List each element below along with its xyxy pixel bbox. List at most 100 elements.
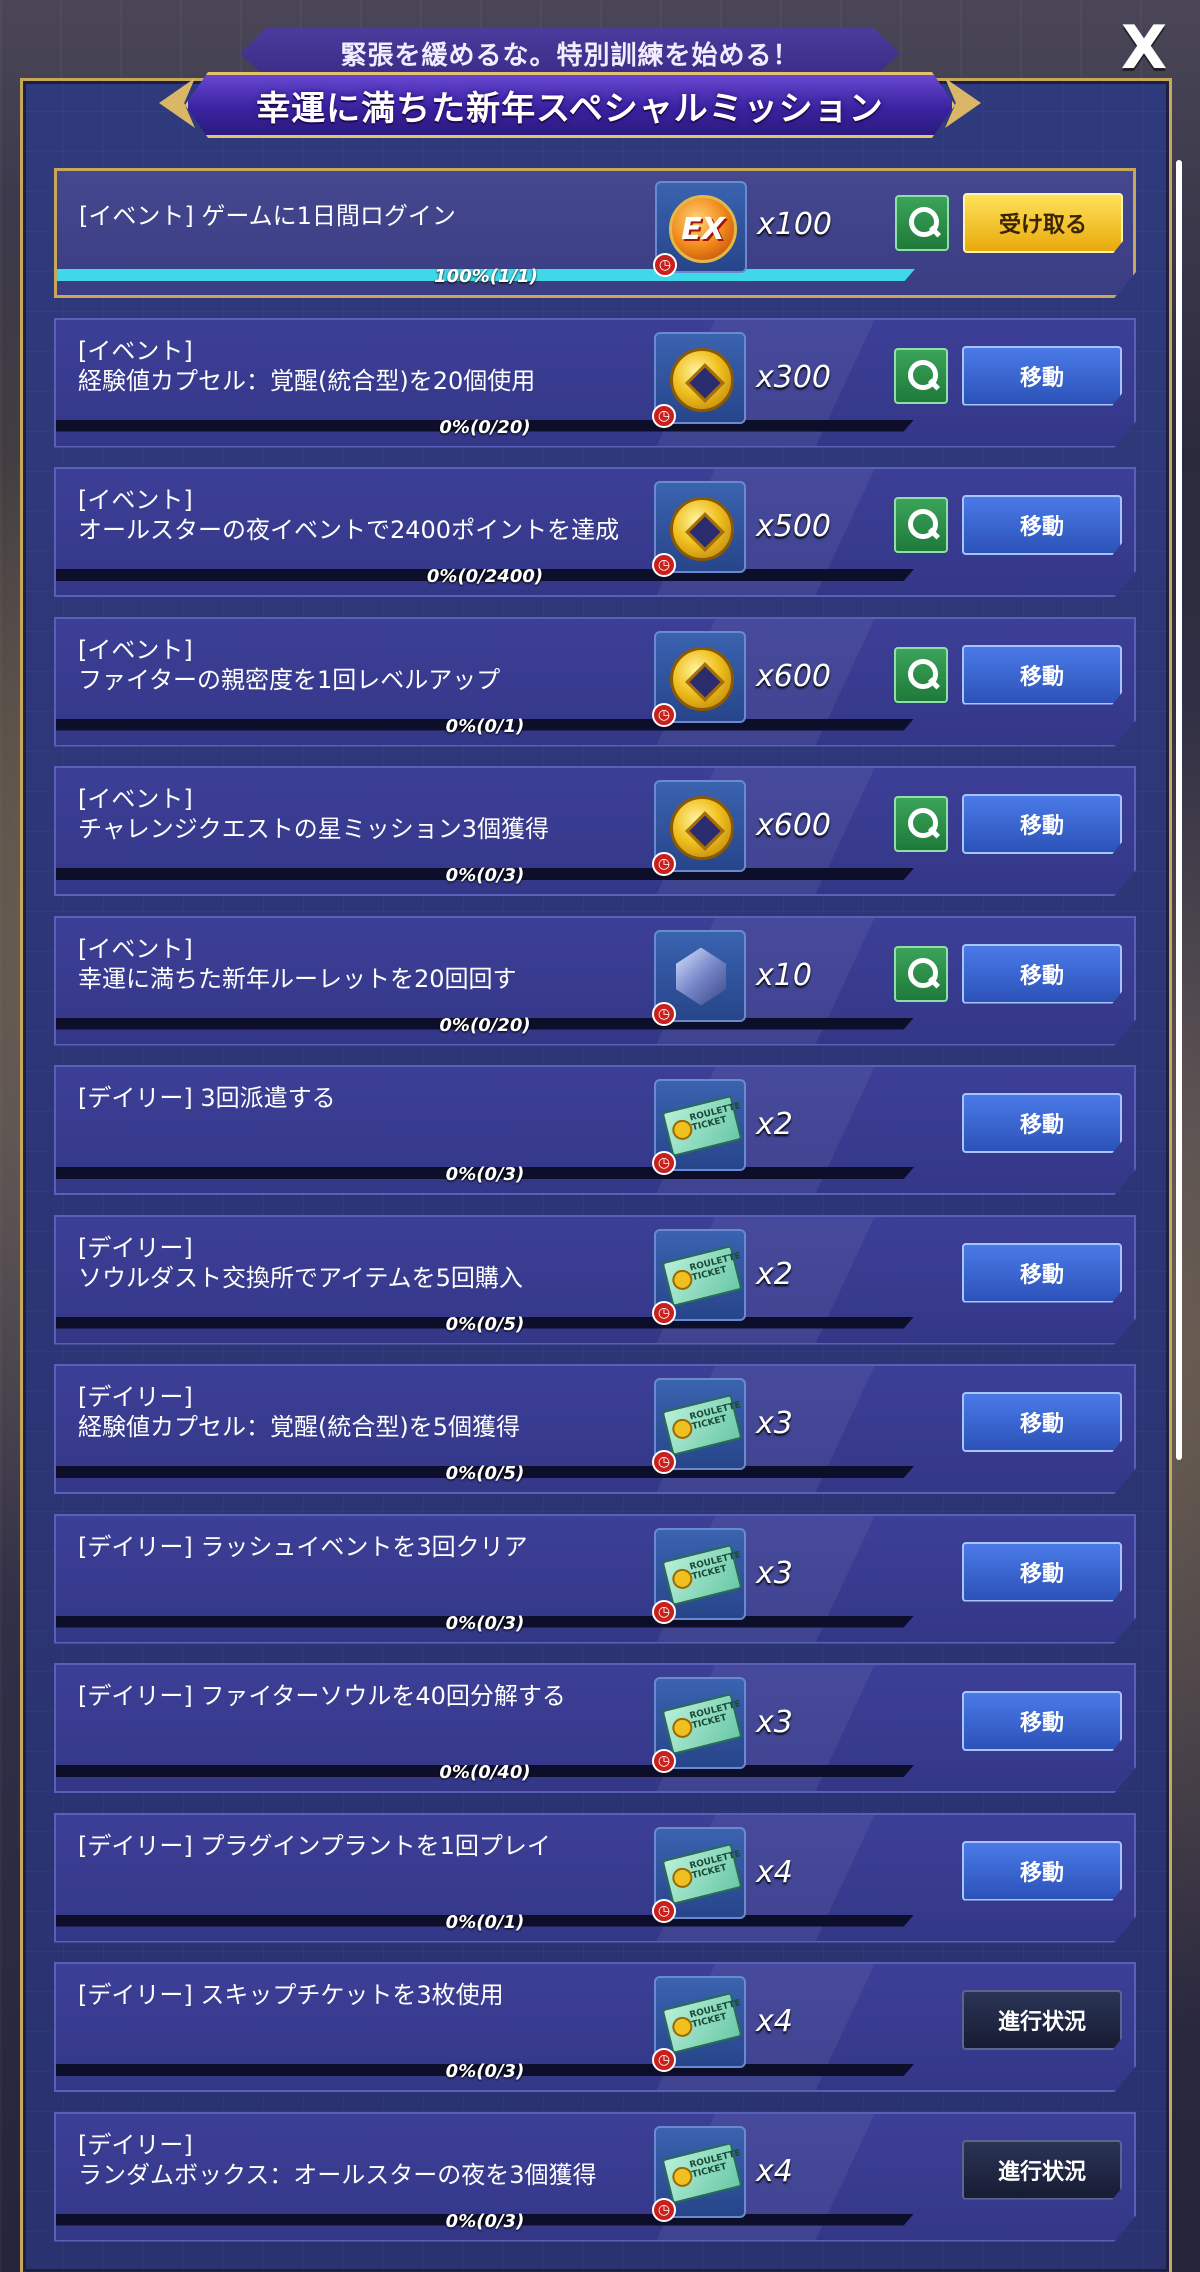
mission-title: [イベント] 経験値カプセル：覚醒(統合型)を20個使用 [78, 336, 536, 395]
reward-quantity: x3 [756, 1705, 793, 1740]
mission-title: [デイリー] ランダムボックス：オールスターの夜を3個獲得 [78, 2130, 597, 2189]
reward-item[interactable]: ◷ [652, 630, 746, 727]
mission-list: [イベント] ゲームに1日間ログイン 100%(1/1) EX ◷ x100 受け取る [イ… [54, 168, 1136, 2261]
close-button[interactable]: X [1114, 18, 1174, 78]
reward-quantity: x100 [757, 207, 833, 242]
mission-title: [デイリー] 経験値カプセル：覚醒(統合型)を5個獲得 [78, 1383, 520, 1441]
mission-row: [イベント] ゲームに1日間ログイン 100%(1/1) EX ◷ x100 受け取る [54, 168, 1136, 298]
search-icon[interactable] [894, 497, 948, 553]
mission-title: [デイリー] ラッシュイベントを3回クリア [78, 1532, 528, 1561]
time-limit-icon: ◷ [652, 1749, 676, 1773]
mission-row: [イベント] チャレンジクエストの星ミッション3個獲得 0%(0/3) ◷ x600 移… [54, 766, 1136, 896]
claim-button[interactable]: 受け取る [963, 193, 1123, 253]
mission-title: [デイリー] ファイターソウルを40回分解する [78, 1682, 566, 1710]
progress-text: 0%(0/3) [445, 1612, 525, 1634]
time-limit-icon: ◷ [652, 1300, 676, 1325]
progress-text: 0%(0/3) [445, 865, 525, 886]
progress-text: 0%(0/2400) [426, 566, 544, 587]
time-limit-icon: ◷ [652, 1599, 676, 1624]
reward-item[interactable]: ROULETTE TICKET ◷ [652, 1677, 746, 1773]
time-limit-icon: ◷ [652, 702, 676, 727]
go-button[interactable]: 移動 [962, 1840, 1122, 1901]
reward-item[interactable]: ROULETTE TICKET ◷ [652, 1378, 746, 1474]
search-icon[interactable] [894, 796, 948, 852]
reward-item[interactable]: ROULETTE TICKET ◷ [652, 1228, 746, 1325]
mission-row: [デイリー] スキップチケットを3枚使用 0%(0/3) ROULETTE TICK… [54, 1962, 1136, 2092]
roulette-ticket-icon: ROULETTE TICKET [661, 1842, 743, 1905]
reward-item[interactable]: ROULETTE TICKET ◷ [652, 1826, 746, 1923]
reward-quantity: x3 [756, 1555, 793, 1591]
roulette-ticket-icon: ROULETTE TICKET [661, 1244, 743, 1307]
go-button[interactable]: 移動 [962, 345, 1122, 406]
reward-item[interactable]: ROULETTE TICKET ◷ [652, 2125, 746, 2222]
search-icon[interactable] [894, 646, 948, 703]
mission-title: [イベント] ゲームに1日間ログイン [79, 202, 456, 230]
progress-text: 0%(0/5) [445, 1463, 525, 1484]
reward-item[interactable]: ROULETTE TICKET ◷ [652, 1079, 746, 1175]
mission-title: [デイリー] ソウルダスト交換所でアイテムを5回購入 [78, 1233, 523, 1292]
go-button[interactable]: 移動 [962, 495, 1122, 555]
mission-row: [デイリー] プラグインプラントを1回プレイ 0%(0/1) ROULETTE TI… [54, 1812, 1136, 1943]
time-limit-icon: ◷ [653, 253, 677, 277]
progress-text: 0%(0/5) [445, 1313, 525, 1335]
mission-row: [イベント] オールスターの夜イベントで2400ポイントを達成 0%(0/2400… [54, 467, 1136, 597]
gold-coin-icon [670, 646, 734, 711]
reward-item[interactable]: ROULETTE TICKET ◷ [652, 1527, 746, 1624]
reward-item[interactable]: ◷ [652, 331, 746, 428]
search-icon[interactable] [895, 195, 949, 251]
reward-item[interactable]: ◷ [652, 780, 746, 876]
progress-status-button[interactable]: 進行状況 [962, 2139, 1122, 2200]
time-limit-icon: ◷ [652, 1001, 676, 1026]
progress-text: 0%(0/40) [439, 1762, 531, 1783]
scrollbar[interactable] [1176, 160, 1182, 1460]
reward-item[interactable]: ◷ [652, 481, 746, 577]
mission-row: [デイリー] ラッシュイベントを3回クリア 0%(0/3) ROULETTE TIC… [54, 1513, 1136, 1644]
reward-quantity: x300 [756, 359, 832, 395]
reward-item[interactable]: EX ◷ [653, 181, 747, 277]
page-title: 幸運に満ちた新年スペシャルミッション [256, 88, 884, 129]
progress-text: 0%(0/20) [439, 1014, 531, 1036]
reward-item[interactable]: ROULETTE TICKET ◷ [652, 1976, 746, 2072]
reward-item[interactable]: ◷ [652, 929, 746, 1026]
progress-text: 0%(0/3) [445, 2210, 525, 2232]
mission-row: [デイリー] ソウルダスト交換所でアイテムを5回購入 0%(0/5) ROULETT… [54, 1214, 1136, 1345]
gold-coin-icon [670, 796, 734, 860]
mission-row: [デイリー] ランダムボックス：オールスターの夜を3個獲得 0%(0/3) ROUL… [54, 2111, 1136, 2242]
go-button[interactable]: 移動 [962, 1541, 1122, 1602]
time-limit-icon: ◷ [652, 403, 676, 428]
go-button[interactable]: 移動 [962, 943, 1122, 1004]
time-limit-icon: ◷ [652, 553, 676, 577]
crystal-gem-icon [676, 947, 726, 1006]
progress-text: 0%(0/1) [445, 1911, 525, 1933]
reward-quantity: x2 [756, 1107, 793, 1142]
go-button[interactable]: 移動 [962, 1242, 1122, 1303]
mission-title: [デイリー] 3回派遣する [78, 1084, 336, 1112]
progress-text: 0%(0/1) [445, 715, 525, 737]
reward-quantity: x4 [756, 1854, 793, 1890]
mission-title: [イベント] ファイターの親密度を1回レベルアップ [78, 635, 501, 694]
gold-coin-icon [670, 347, 734, 412]
search-icon[interactable] [894, 347, 948, 404]
search-icon[interactable] [894, 945, 948, 1002]
go-button[interactable]: 移動 [962, 794, 1122, 854]
time-limit-icon: ◷ [652, 2048, 676, 2072]
header-banner: 緊張を緩めるな。特別訓練を始める！ 幸運に満ちた新年スペシャルミッション [159, 28, 955, 140]
go-button[interactable]: 移動 [962, 1093, 1122, 1153]
go-button[interactable]: 移動 [962, 1691, 1122, 1751]
time-limit-icon: ◷ [652, 852, 676, 876]
gold-coin-icon [670, 497, 734, 561]
progress-status-button[interactable]: 進行状況 [962, 1990, 1122, 2050]
roulette-ticket-icon: ROULETTE TICKET [661, 1692, 743, 1756]
time-limit-icon: ◷ [652, 1450, 676, 1474]
roulette-ticket-icon: ROULETTE TICKET [661, 1393, 743, 1457]
reward-quantity: x2 [756, 1256, 793, 1292]
time-limit-icon: ◷ [652, 2197, 676, 2222]
go-button[interactable]: 移動 [962, 1392, 1122, 1452]
roulette-ticket-icon: ROULETTE TICKET [661, 1543, 743, 1606]
reward-quantity: x4 [756, 2153, 793, 2189]
reward-quantity: x600 [756, 658, 832, 694]
roulette-ticket-icon: ROULETTE TICKET [661, 1991, 743, 2055]
roulette-ticket-icon: ROULETTE TICKET [661, 1094, 743, 1158]
reward-quantity: x600 [756, 808, 832, 843]
go-button[interactable]: 移動 [962, 644, 1122, 705]
